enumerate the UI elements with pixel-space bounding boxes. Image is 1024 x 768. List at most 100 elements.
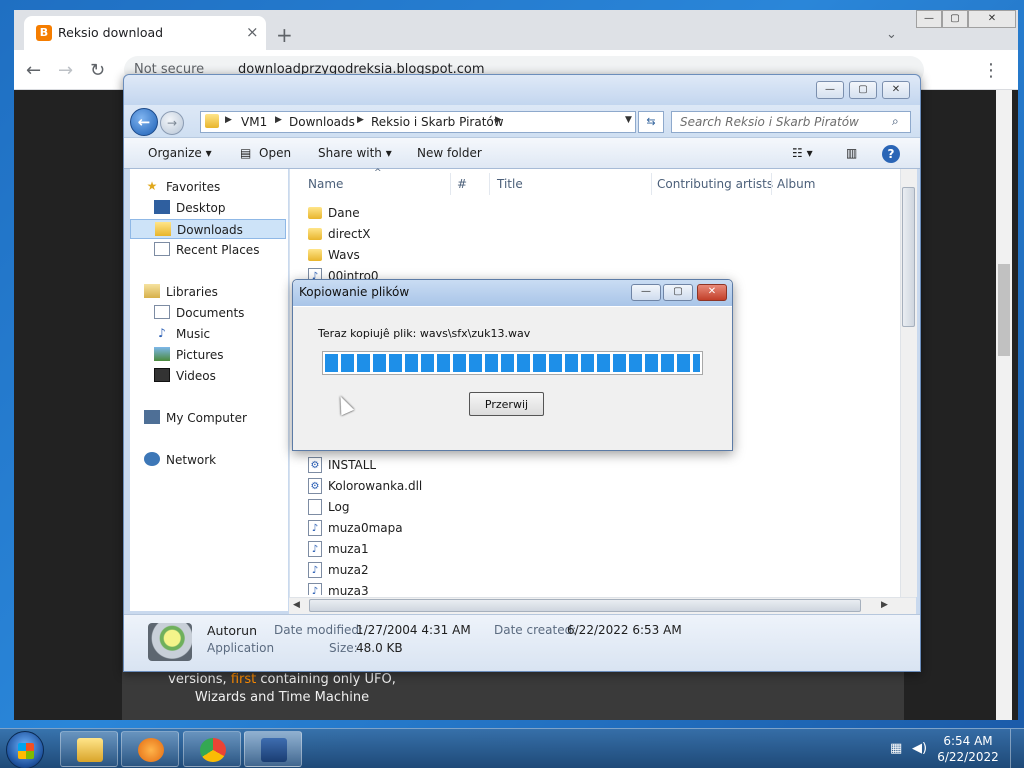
file-row[interactable]: directX (304, 224, 894, 244)
minimize-button[interactable]: — (916, 10, 942, 28)
file-row[interactable]: Dane (304, 203, 894, 223)
search-icon[interactable]: ⌕ (892, 114, 899, 129)
explorer-close-button[interactable]: ✕ (882, 81, 910, 99)
dialog-maximize-button[interactable]: ▢ (663, 284, 693, 301)
desktop-icon (154, 200, 170, 214)
file-row[interactable]: Wavs (304, 245, 894, 265)
taskbar-chrome-button[interactable] (183, 731, 241, 767)
open-button[interactable]: Open (259, 146, 291, 160)
new-tab-button[interactable]: + (276, 23, 293, 47)
start-button[interactable] (6, 731, 44, 768)
help-icon[interactable]: ? (882, 145, 900, 163)
tab-search-icon[interactable]: ⌄ (886, 27, 897, 42)
file-row[interactable]: ♪ muza3 (304, 581, 894, 595)
dll-file-icon: ⚙ (308, 478, 322, 494)
column-name[interactable]: Name (308, 177, 343, 191)
breadcrumb-downloads[interactable]: Downloads (289, 115, 355, 129)
address-dropdown-icon[interactable]: ▼ (625, 115, 632, 125)
back-icon[interactable]: ← (26, 60, 41, 81)
explorer-titlebar[interactable]: — ▢ ✕ (124, 75, 920, 105)
nav-libraries[interactable]: Libraries (130, 282, 286, 302)
file-row[interactable]: ♪ muza1 (304, 539, 894, 559)
tab-title: Reksio download (58, 25, 164, 40)
copy-progress-bar (322, 351, 703, 375)
navigation-pane: ★ Favorites Desktop Downloads Recent Plac… (130, 169, 288, 611)
taskbar-explorer-button[interactable] (60, 731, 118, 767)
volume-icon[interactable]: ◀) (912, 741, 927, 756)
column-title[interactable]: Title (497, 177, 523, 191)
file-row[interactable]: ♪ muza0mapa (304, 518, 894, 538)
browser-tab[interactable]: B Reksio download × (24, 16, 266, 50)
nav-videos[interactable]: Videos (130, 366, 286, 386)
application-icon (148, 623, 192, 661)
organize-button[interactable]: Organize ▾ (148, 146, 212, 160)
breadcrumb-reksio[interactable]: Reksio i Skarb Piratów (371, 115, 504, 129)
share-with-button[interactable]: Share with ▾ (318, 146, 392, 160)
scroll-left-icon[interactable]: ◀ (293, 600, 300, 610)
windows-logo-icon (18, 743, 34, 759)
clock-date[interactable]: 6/22/2022 (936, 750, 1000, 764)
file-row[interactable]: ⚙ Kolorowanka.dll (304, 476, 894, 496)
date-modified-value: 1/27/2004 4:31 AM (356, 623, 471, 637)
vertical-scroll-thumb[interactable] (902, 187, 915, 327)
breadcrumb-vm1[interactable]: VM1 (241, 115, 267, 129)
dialog-minimize-button[interactable]: — (631, 284, 661, 301)
dialog-body: Teraz kopiujê plik: wavs\sfx\zuk13.wav P… (293, 306, 732, 450)
view-options-icon[interactable]: ☷ ▾ (792, 146, 813, 160)
file-row[interactable]: Log (304, 497, 894, 517)
taskbar-media-player-button[interactable] (121, 731, 179, 767)
page-scroll-thumb[interactable] (998, 264, 1010, 356)
scroll-right-icon[interactable]: ▶ (881, 600, 888, 610)
page-scrollbar[interactable] (996, 90, 1012, 720)
explorer-minimize-button[interactable]: — (816, 81, 844, 99)
column-album[interactable]: Album (777, 177, 815, 191)
back-arrow-icon[interactable]: ← (130, 108, 158, 136)
clock-time[interactable]: 6:54 AM (936, 734, 1000, 748)
chrome-menu-icon[interactable]: ⋮ (982, 60, 1000, 81)
recent-places-icon (154, 242, 170, 256)
nav-documents[interactable]: Documents (130, 303, 286, 323)
file-row[interactable]: ⚙ INSTALL (304, 455, 894, 475)
preview-pane-icon[interactable]: ▥ (846, 146, 857, 160)
nav-downloads[interactable]: Downloads (130, 219, 286, 239)
nav-desktop[interactable]: Desktop (130, 198, 286, 218)
file-row[interactable]: ♪ muza2 (304, 560, 894, 580)
maximize-button[interactable]: ▢ (942, 10, 968, 28)
new-folder-button[interactable]: New folder (417, 146, 482, 160)
cancel-copy-button[interactable]: Przerwij (469, 392, 544, 416)
libraries-icon (144, 284, 160, 298)
dialog-titlebar[interactable]: Kopiowanie plików — ▢ ✕ (293, 280, 732, 306)
folder-icon (205, 114, 219, 128)
audio-file-icon: ♪ (308, 541, 322, 557)
explorer-maximize-button[interactable]: ▢ (849, 81, 877, 99)
forward-arrow-icon[interactable]: → (160, 111, 184, 135)
show-desktop-button[interactable] (1010, 729, 1024, 768)
network-tray-icon[interactable]: ▦ (890, 741, 902, 756)
horizontal-scroll-thumb[interactable] (309, 599, 861, 612)
refresh-icon[interactable]: ⇆ (638, 111, 664, 133)
nav-recent-places[interactable]: Recent Places (130, 240, 286, 260)
audio-file-icon: ♪ (308, 583, 322, 595)
nav-pictures[interactable]: Pictures (130, 345, 286, 365)
media-player-icon (138, 738, 164, 762)
explorer-search-input[interactable]: Search Reksio i Skarb Piratów ⌕ (671, 111, 911, 133)
nav-music[interactable]: ♪ Music (130, 324, 286, 344)
nav-favorites[interactable]: ★ Favorites (130, 177, 286, 197)
copy-dialog: Kopiowanie plików — ▢ ✕ Teraz kopiujê pl… (292, 279, 733, 451)
folder-icon (77, 738, 103, 762)
column-number[interactable]: # (457, 177, 467, 191)
open-icon: ▤ (240, 146, 252, 160)
forward-icon[interactable]: → (58, 60, 73, 81)
copy-status-text: Teraz kopiujê plik: wavs\sfx\zuk13.wav (318, 327, 531, 340)
reload-icon[interactable]: ↻ (90, 60, 105, 81)
dialog-close-button[interactable]: ✕ (697, 284, 727, 301)
taskbar-installer-button[interactable] (244, 731, 302, 767)
tab-close-icon[interactable]: × (246, 23, 259, 41)
dialog-title: Kopiowanie plików (299, 285, 410, 299)
explorer-address-bar[interactable]: ▶ VM1 ▶ Downloads ▶ Reksio i Skarb Pirat… (200, 111, 636, 133)
close-button[interactable]: ✕ (968, 10, 1016, 28)
blogger-icon: B (36, 25, 52, 41)
nav-network[interactable]: Network (130, 450, 286, 470)
nav-my-computer[interactable]: My Computer (130, 408, 286, 428)
column-contributing-artists[interactable]: Contributing artists (657, 177, 773, 191)
